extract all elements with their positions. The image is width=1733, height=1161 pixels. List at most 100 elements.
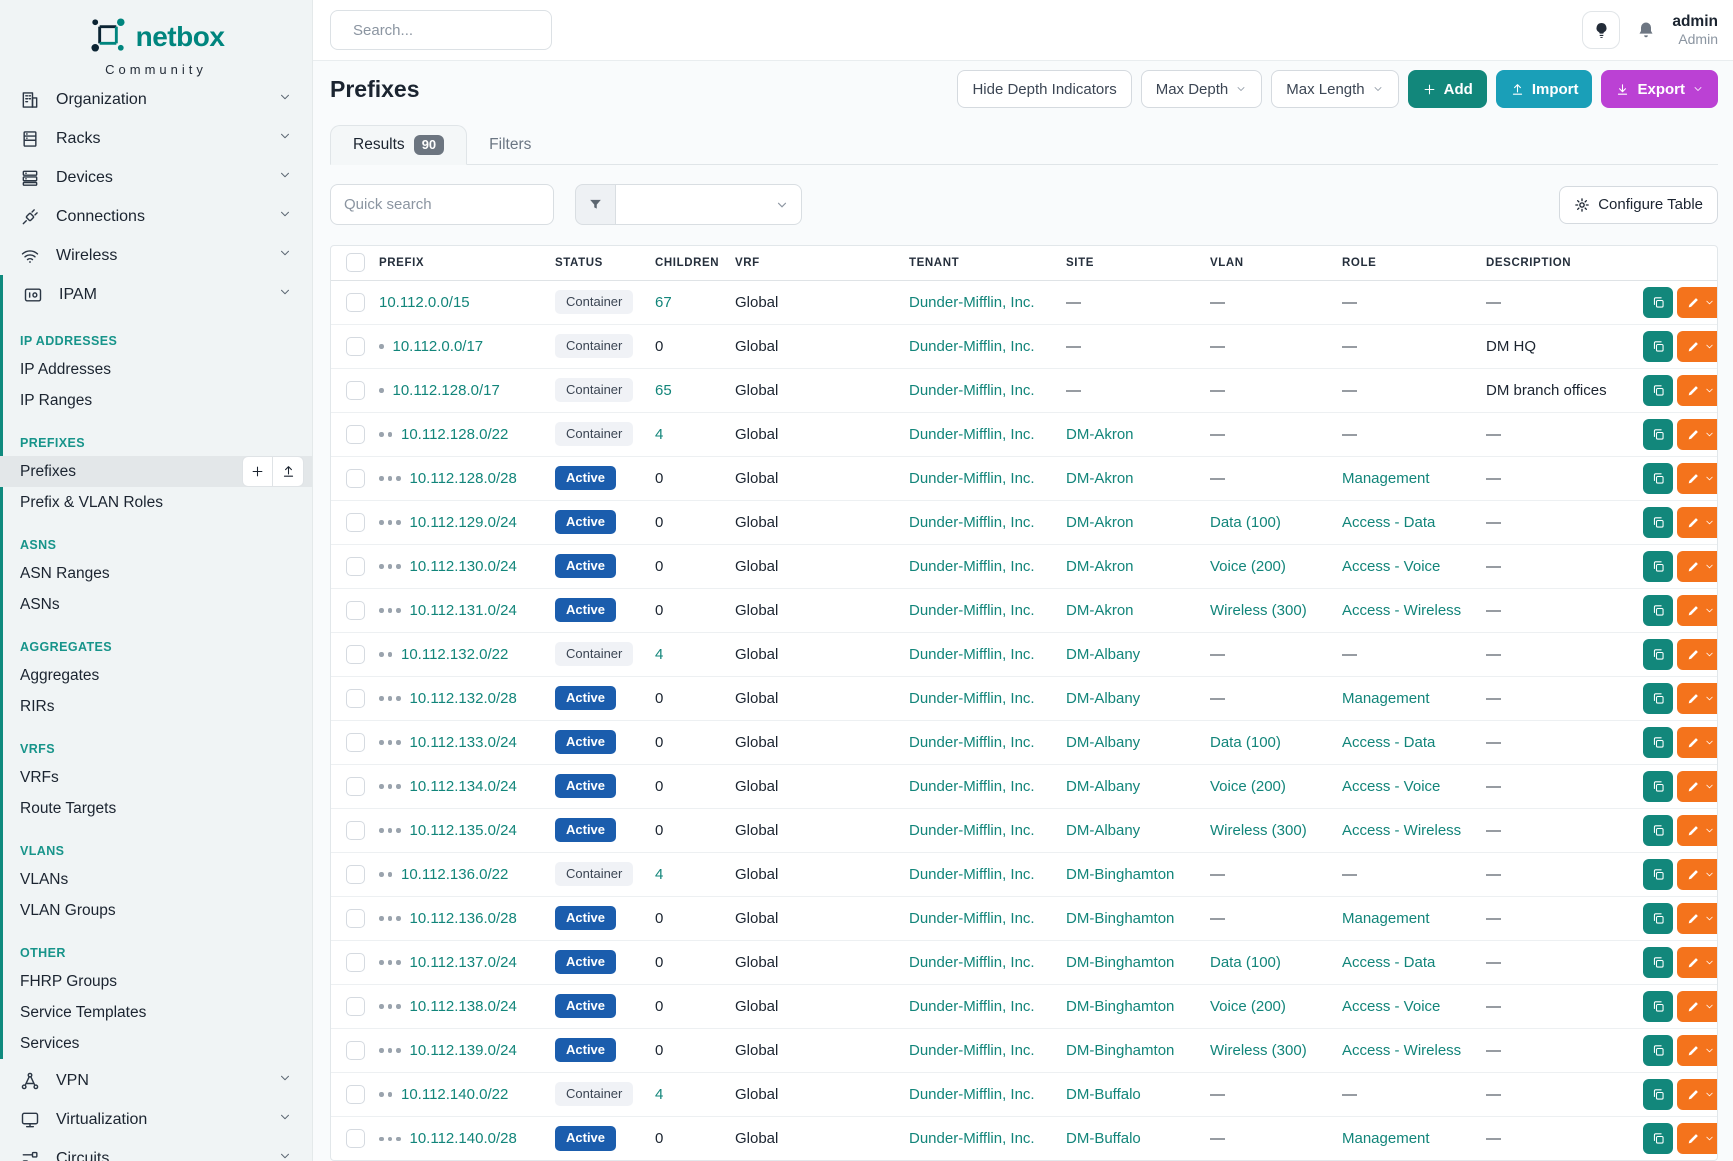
prefix-link[interactable]: 10.112.136.0/28 — [410, 910, 517, 927]
prefix-link[interactable]: 10.112.134.0/24 — [410, 778, 517, 795]
vlan-link[interactable]: Wireless (300) — [1210, 822, 1307, 839]
quick-search-input[interactable] — [330, 184, 554, 225]
max-length-button[interactable]: Max Length — [1271, 70, 1398, 108]
role-link[interactable]: Access - Data — [1342, 514, 1435, 531]
copy-button[interactable] — [1643, 815, 1673, 846]
sidebar-item-services[interactable]: Services — [20, 1028, 312, 1059]
sidebar-item-circuits[interactable]: Circuits — [0, 1139, 312, 1161]
role-link[interactable]: Access - Voice — [1342, 998, 1440, 1015]
site-link[interactable]: DM-Albany — [1066, 778, 1140, 795]
prefix-link[interactable]: 10.112.132.0/28 — [410, 690, 517, 707]
tenant-link[interactable]: Dunder-Mifflin, Inc. — [909, 1086, 1035, 1103]
site-link[interactable]: DM-Albany — [1066, 690, 1140, 707]
copy-button[interactable] — [1643, 375, 1673, 406]
tenant-link[interactable]: Dunder-Mifflin, Inc. — [909, 558, 1035, 575]
tenant-link[interactable]: Dunder-Mifflin, Inc. — [909, 822, 1035, 839]
column-header-status[interactable]: STATUS — [551, 246, 651, 280]
edit-button[interactable] — [1677, 551, 1718, 582]
row-checkbox[interactable] — [346, 601, 365, 620]
children-count-link[interactable]: 4 — [655, 866, 663, 883]
sidebar-item-devices[interactable]: Devices — [0, 158, 312, 197]
vlan-link[interactable]: Data (100) — [1210, 514, 1281, 531]
sidebar-item-vpn[interactable]: VPN — [0, 1061, 312, 1100]
edit-button[interactable] — [1677, 287, 1718, 318]
children-count-link[interactable]: 4 — [655, 1086, 663, 1103]
edit-button[interactable] — [1677, 639, 1718, 670]
prefix-link[interactable]: 10.112.140.0/22 — [401, 1086, 508, 1103]
select-all-checkbox[interactable] — [346, 253, 365, 272]
role-link[interactable]: Management — [1342, 1130, 1430, 1147]
site-link[interactable]: DM-Albany — [1066, 822, 1140, 839]
role-link[interactable]: Access - Wireless — [1342, 1042, 1461, 1059]
site-link[interactable]: DM-Binghamton — [1066, 998, 1174, 1015]
max-depth-button[interactable]: Max Depth — [1141, 70, 1263, 108]
edit-button[interactable] — [1677, 991, 1718, 1022]
prefix-link[interactable]: 10.112.139.0/24 — [410, 1042, 517, 1059]
edit-button[interactable] — [1677, 815, 1718, 846]
row-checkbox[interactable] — [346, 337, 365, 356]
row-checkbox[interactable] — [346, 557, 365, 576]
edit-button[interactable] — [1677, 595, 1718, 626]
prefix-link[interactable]: 10.112.0.0/17 — [393, 338, 484, 355]
edit-button[interactable] — [1677, 859, 1718, 890]
quick-add-button[interactable] — [242, 456, 273, 487]
children-count-link[interactable]: 4 — [655, 646, 663, 663]
filter-button[interactable] — [575, 184, 616, 225]
edit-button[interactable] — [1677, 903, 1718, 934]
prefix-link[interactable]: 10.112.0.0/15 — [379, 294, 470, 311]
edit-button[interactable] — [1677, 947, 1718, 978]
sidebar-item-vrfs[interactable]: VRFs — [20, 762, 312, 793]
vlan-link[interactable]: Voice (200) — [1210, 998, 1286, 1015]
import-button[interactable]: Import — [1496, 70, 1593, 108]
edit-button[interactable] — [1677, 463, 1718, 494]
edit-button[interactable] — [1677, 683, 1718, 714]
tenant-link[interactable]: Dunder-Mifflin, Inc. — [909, 866, 1035, 883]
sidebar-item-aggregates[interactable]: Aggregates — [20, 660, 312, 691]
copy-button[interactable] — [1643, 551, 1673, 582]
sidebar-item-ip-ranges[interactable]: IP Ranges — [20, 385, 312, 416]
tenant-link[interactable]: Dunder-Mifflin, Inc. — [909, 690, 1035, 707]
row-checkbox[interactable] — [346, 777, 365, 796]
tenant-link[interactable]: Dunder-Mifflin, Inc. — [909, 1130, 1035, 1147]
row-checkbox[interactable] — [346, 1041, 365, 1060]
column-header-vrf[interactable]: VRF — [731, 246, 905, 280]
vlan-link[interactable]: Wireless (300) — [1210, 602, 1307, 619]
column-header-vlan[interactable]: VLAN — [1206, 246, 1338, 280]
theme-toggle-button[interactable] — [1582, 11, 1620, 49]
role-link[interactable]: Access - Voice — [1342, 778, 1440, 795]
column-header-role[interactable]: ROLE — [1338, 246, 1482, 280]
row-checkbox[interactable] — [346, 953, 365, 972]
tenant-link[interactable]: Dunder-Mifflin, Inc. — [909, 514, 1035, 531]
sidebar-item-fhrp-groups[interactable]: FHRP Groups — [20, 966, 312, 997]
site-link[interactable]: DM-Binghamton — [1066, 954, 1174, 971]
user-menu[interactable]: admin Admin — [1672, 12, 1718, 49]
column-header-site[interactable]: SITE — [1062, 246, 1206, 280]
role-link[interactable]: Access - Data — [1342, 734, 1435, 751]
role-link[interactable]: Access - Wireless — [1342, 602, 1461, 619]
tenant-link[interactable]: Dunder-Mifflin, Inc. — [909, 910, 1035, 927]
sidebar-item-route-targets[interactable]: Route Targets — [20, 793, 312, 824]
site-link[interactable]: DM-Akron — [1066, 558, 1134, 575]
copy-button[interactable] — [1643, 639, 1673, 670]
row-checkbox[interactable] — [346, 1085, 365, 1104]
prefix-link[interactable]: 10.112.130.0/24 — [410, 558, 517, 575]
sidebar-item-asn-ranges[interactable]: ASN Ranges — [20, 558, 312, 589]
hide-depth-indicators-button[interactable]: Hide Depth Indicators — [957, 70, 1131, 108]
edit-button[interactable] — [1677, 727, 1718, 758]
row-checkbox[interactable] — [346, 689, 365, 708]
sidebar-item-connections[interactable]: Connections — [0, 197, 312, 236]
global-search-input[interactable] — [353, 22, 552, 39]
tenant-link[interactable]: Dunder-Mifflin, Inc. — [909, 778, 1035, 795]
row-checkbox[interactable] — [346, 425, 365, 444]
site-link[interactable]: DM-Akron — [1066, 602, 1134, 619]
prefix-link[interactable]: 10.112.128.0/17 — [393, 382, 500, 399]
vlan-link[interactable]: Voice (200) — [1210, 778, 1286, 795]
column-header-children[interactable]: CHILDREN — [651, 246, 731, 280]
row-checkbox[interactable] — [346, 645, 365, 664]
row-checkbox[interactable] — [346, 909, 365, 928]
tenant-link[interactable]: Dunder-Mifflin, Inc. — [909, 470, 1035, 487]
sidebar-item-prefix-vlan-roles[interactable]: Prefix & VLAN Roles — [20, 487, 312, 518]
sidebar-item-vlan-groups[interactable]: VLAN Groups — [20, 895, 312, 926]
prefix-link[interactable]: 10.112.136.0/22 — [401, 866, 508, 883]
row-checkbox[interactable] — [346, 997, 365, 1016]
